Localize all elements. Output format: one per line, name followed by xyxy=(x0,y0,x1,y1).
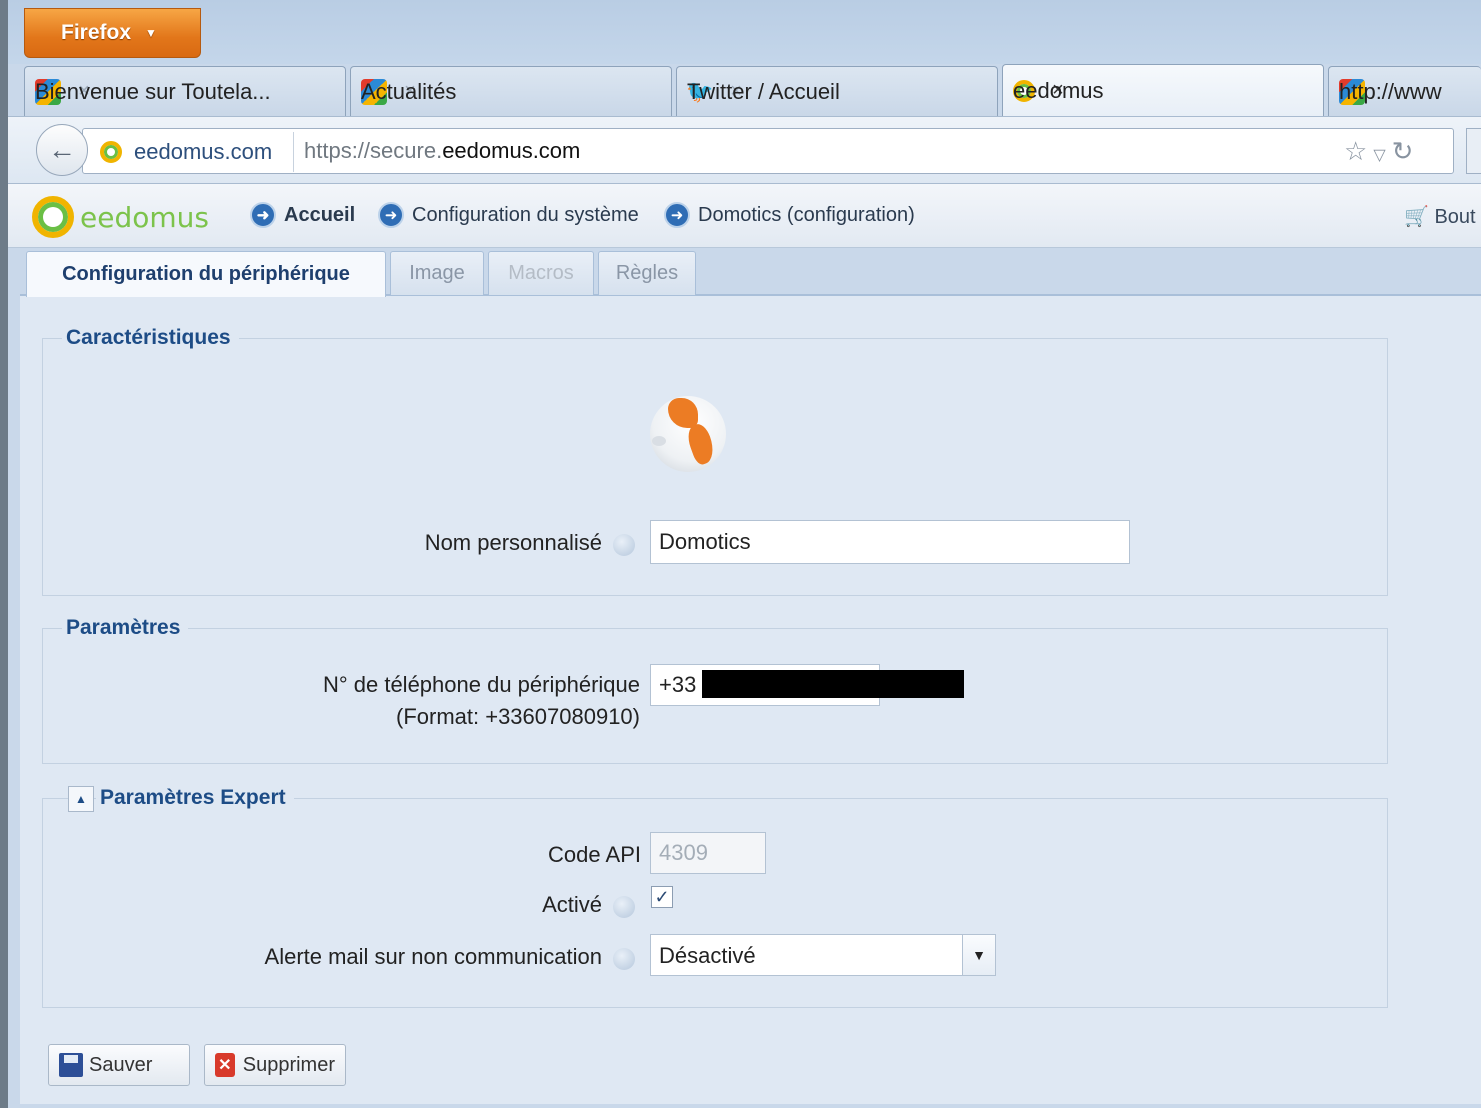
tab-label: Bienvenue sur Toutela... xyxy=(35,78,271,104)
cart-icon: 🛒 xyxy=(1404,206,1429,228)
menu-item-label: Configuration du système xyxy=(412,203,639,226)
expert-parameters-fieldset xyxy=(42,798,1388,1008)
site-identity-label: eedomus.com xyxy=(134,139,273,164)
tab-label: Actualités xyxy=(361,78,457,104)
browser-titlebar xyxy=(8,0,1481,64)
shop-link[interactable]: 🛒 Bout xyxy=(1404,204,1476,229)
eedomus-logo[interactable]: eedomus xyxy=(32,196,209,238)
firefox-menu-button[interactable]: Firefox ▼ xyxy=(24,8,201,58)
search-bar-edge[interactable] xyxy=(1466,128,1481,174)
delete-label: Supprimer xyxy=(242,1053,335,1076)
tab-label: Configuration du périphérique xyxy=(62,263,350,285)
mail-alert-label: Alerte mail sur non communication xyxy=(264,944,602,969)
tab-regles[interactable]: Règles xyxy=(598,251,696,295)
browser-tab-actualites[interactable]: Actualités × xyxy=(350,66,672,116)
tab-macros: Macros xyxy=(488,251,594,295)
bookmark-star-icon[interactable]: ☆ xyxy=(1344,136,1373,166)
save-label: Sauver xyxy=(89,1053,153,1076)
tab-label: Image xyxy=(409,262,465,284)
globe-icon[interactable] xyxy=(650,396,726,472)
browser-tab-eedomus[interactable]: eedomus × xyxy=(1002,64,1324,116)
window-edge xyxy=(0,0,8,1108)
menu-item-configuration-systeme[interactable]: ➜ Configuration du système xyxy=(378,202,639,228)
help-icon[interactable] xyxy=(613,896,635,918)
expert-parameters-legend[interactable]: Paramètres Expert xyxy=(96,786,294,810)
api-code-label: Code API xyxy=(548,842,641,867)
firefox-menu-label: Firefox xyxy=(61,21,132,44)
reload-icon[interactable]: ↻ xyxy=(1392,136,1420,166)
back-button[interactable]: ← xyxy=(36,124,88,176)
arrow-circle-icon: ➜ xyxy=(250,202,276,228)
characteristics-legend: Caractéristiques xyxy=(62,326,239,350)
arrow-circle-icon: ➜ xyxy=(664,202,690,228)
url-text[interactable]: https://secure.eedomus.com xyxy=(304,138,580,164)
tab-label: Twitter / Accueil xyxy=(687,78,840,104)
chevron-down-icon[interactable]: ▼ xyxy=(962,935,995,975)
menu-item-label: Domotics (configuration) xyxy=(698,203,915,226)
url-bar-icons: ☆▽↻ xyxy=(1344,136,1419,167)
site-identity-button[interactable]: eedomus.com xyxy=(92,132,294,172)
active-label: Activé xyxy=(542,892,602,917)
help-icon[interactable] xyxy=(613,534,635,556)
delete-button[interactable]: ✕ Supprimer xyxy=(204,1044,346,1086)
eedomus-logo-icon xyxy=(32,196,74,238)
tab-label: eedomus xyxy=(1013,77,1104,103)
parameters-legend: Paramètres xyxy=(62,616,189,640)
menu-item-label: Accueil xyxy=(284,203,356,226)
browser-tab-toutela[interactable]: Bienvenue sur Toutela... × xyxy=(24,66,346,116)
eedomus-logo-text: eedomus xyxy=(80,200,209,234)
url-prefix: https://secure. xyxy=(304,138,443,163)
eedomus-identity-icon xyxy=(100,141,122,163)
menu-item-domotics-configuration[interactable]: ➜ Domotics (configuration) xyxy=(664,202,915,228)
tab-configuration-peripherique[interactable]: Configuration du périphérique xyxy=(26,251,386,297)
tab-label: Règles xyxy=(615,262,679,284)
tab-image[interactable]: Image xyxy=(390,251,484,295)
save-button[interactable]: Sauver xyxy=(48,1044,190,1086)
redaction-bar xyxy=(702,670,964,698)
history-dropdown-icon[interactable]: ▽ xyxy=(1373,147,1391,164)
browser-tab-google[interactable]: http://www xyxy=(1328,66,1481,116)
window-bottom-edge xyxy=(8,1104,1481,1108)
phone-format-hint: (Format: +33607080910) xyxy=(396,704,640,729)
shop-label: Bout xyxy=(1434,206,1476,228)
mail-alert-selected-value: Désactivé xyxy=(659,943,756,968)
active-checkbox[interactable]: ✓ xyxy=(651,886,673,908)
custom-name-input[interactable] xyxy=(650,520,1130,564)
tab-label: http://www xyxy=(1339,78,1442,104)
mail-alert-select[interactable]: Désactivé xyxy=(650,934,996,976)
delete-x-icon: ✕ xyxy=(215,1053,235,1077)
browser-tab-twitter[interactable]: 🐦 Twitter / Accueil × xyxy=(676,66,998,116)
help-icon[interactable] xyxy=(613,948,635,970)
url-domain: eedomus.com xyxy=(442,138,581,163)
floppy-disk-icon xyxy=(59,1053,83,1077)
collapse-toggle-icon[interactable]: ▲ xyxy=(68,786,94,812)
dropdown-arrow-icon: ▼ xyxy=(145,26,157,40)
back-arrow-icon: ← xyxy=(48,134,76,165)
custom-name-label: Nom personnalisé xyxy=(424,530,602,555)
menu-item-accueil[interactable]: ➜ Accueil xyxy=(250,202,355,228)
phone-number-label: N° de téléphone du périphérique xyxy=(322,672,640,697)
arrow-circle-icon: ➜ xyxy=(378,202,404,228)
api-code-field xyxy=(650,832,766,874)
tab-label: Macros xyxy=(508,262,574,284)
